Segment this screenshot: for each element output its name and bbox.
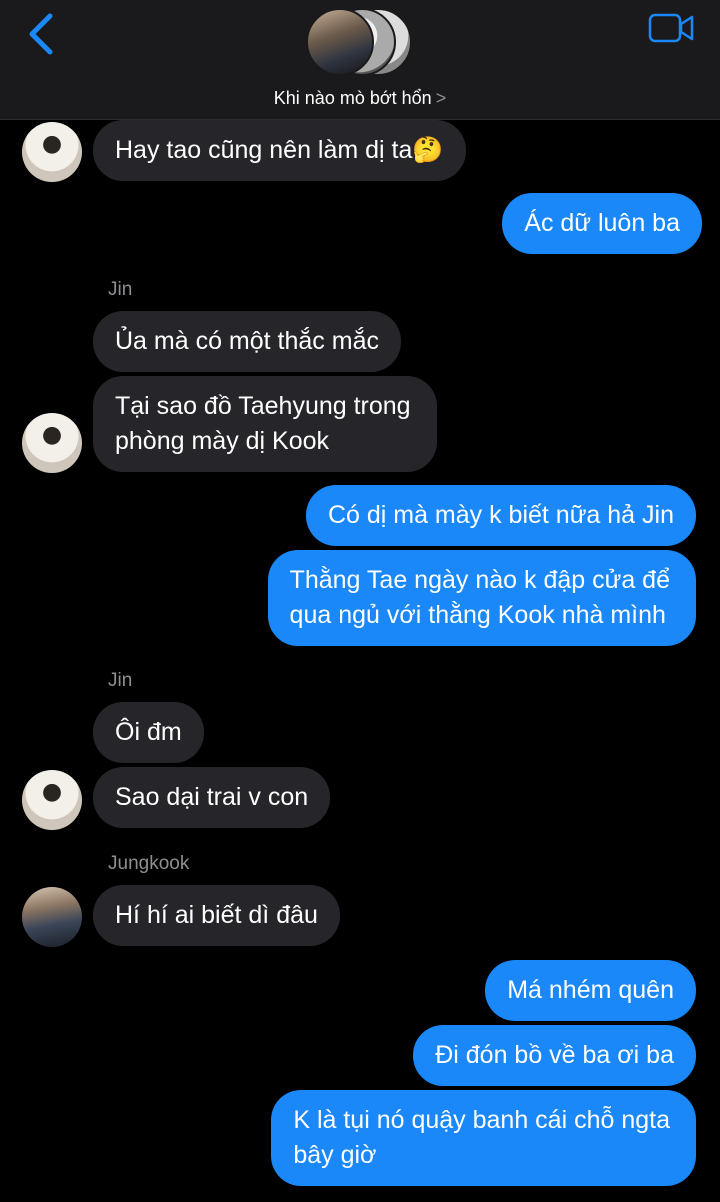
incoming-message[interactable]: Tại sao đồ Taehyung trong phòng mày dị K… [93, 376, 437, 472]
incoming-message[interactable]: Ủa mà có một thắc mắc [93, 311, 401, 372]
avatar[interactable] [22, 887, 82, 947]
outgoing-message[interactable]: Đi đón bồ về ba ơi ba [413, 1025, 696, 1086]
conversation-header: Khi nào mò bớt hổn > [0, 0, 720, 120]
group-member-avatar [306, 8, 374, 76]
message-line: qua ngủ với thằng Kook nhà mình [289, 601, 666, 629]
avatar[interactable] [22, 122, 82, 182]
incoming-message[interactable]: Hí hí ai biết dì đâu [93, 885, 340, 946]
outgoing-message[interactable]: Có dị mà mày k biết nữa hả Jin [305, 485, 696, 546]
outgoing-message[interactable]: Thằng Tae ngày nào k đập cửa để qua ngủ … [267, 550, 696, 646]
chevron-right-icon: > [435, 88, 447, 108]
outgoing-message[interactable]: K là tụi nó quậy banh cái chỗ ngta bây g… [271, 1090, 696, 1186]
message-line: phòng mày dị Kook [115, 427, 330, 455]
message-line: Tại sao đồ Taehyung trong [115, 392, 411, 420]
video-call-icon[interactable] [648, 12, 694, 44]
outgoing-message[interactable]: Má nhém quên [485, 960, 696, 1021]
incoming-message[interactable]: Hay tao cũng nên làm dị ta🤔 [93, 120, 466, 181]
back-chevron-icon[interactable] [22, 12, 62, 56]
message-line: Thằng Tae ngày nào k đập cửa để [289, 566, 670, 594]
outgoing-message[interactable]: Ác dữ luôn ba [502, 193, 702, 254]
sender-name: Jungkook [108, 853, 190, 874]
incoming-message[interactable]: Sao dại trai v con [93, 767, 331, 828]
avatar[interactable] [22, 413, 82, 473]
avatar[interactable] [22, 770, 82, 830]
group-name: Khi nào mò bớt hổn [273, 88, 432, 108]
sender-name: Jin [108, 279, 133, 300]
message-line: K là tụi nó quậy banh cái chỗ ngta [293, 1106, 670, 1134]
message-line: bây giờ [293, 1141, 377, 1169]
incoming-message[interactable]: Ôi đm [93, 702, 204, 763]
message-list[interactable]: Hay tao cũng nên làm dị ta🤔 Ác dữ luôn b… [0, 120, 720, 1202]
group-name-button[interactable]: Khi nào mò bớt hổn > [0, 88, 720, 109]
group-avatar-stack[interactable] [306, 8, 416, 78]
sender-name: Jin [108, 670, 133, 691]
